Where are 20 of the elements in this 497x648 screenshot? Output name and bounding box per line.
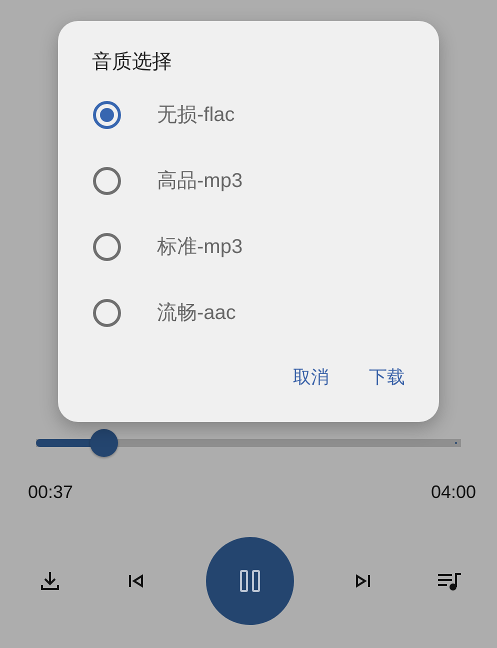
slider-thumb[interactable] [90, 429, 118, 457]
quality-option[interactable]: 流畅-aac [92, 280, 405, 346]
elapsed-time: 00:37 [28, 481, 74, 504]
dialog-title: 音质选择 [92, 50, 173, 75]
radio-button[interactable] [93, 101, 121, 129]
pause-icon [238, 569, 260, 593]
quality-option[interactable]: 无损-flac [92, 82, 405, 148]
radio-button[interactable] [93, 299, 121, 327]
option-label: 标准-mp3 [157, 235, 243, 260]
download-icon [38, 569, 62, 593]
option-label: 高品-mp3 [157, 169, 243, 194]
cancel-button[interactable]: 取消 [283, 358, 339, 397]
quality-option[interactable]: 高品-mp3 [92, 148, 405, 214]
radio-button[interactable] [93, 233, 121, 261]
total-duration: 04:00 [430, 481, 476, 504]
option-label: 流畅-aac [157, 301, 236, 326]
download-button[interactable]: 下载 [359, 358, 415, 397]
option-label: 无损-flac [157, 103, 235, 128]
quality-option[interactable]: 标准-mp3 [92, 214, 405, 280]
radio-button[interactable] [93, 167, 121, 195]
